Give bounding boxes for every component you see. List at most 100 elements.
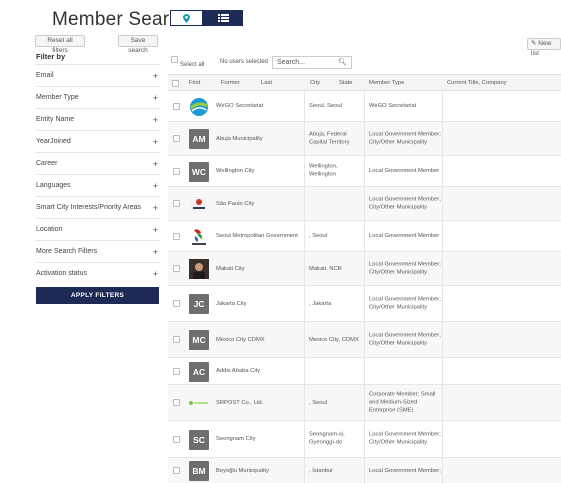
table-row[interactable]: São Paulo City Local Government Member; C… [168,187,561,221]
filter-label: Email [36,72,54,79]
column-divider [364,458,365,483]
column-divider [442,156,443,186]
row-checkbox[interactable] [173,467,180,474]
plus-icon[interactable]: + [153,115,160,125]
filter-languages[interactable]: Languages + [36,174,160,196]
table-row[interactable]: WC Wellington City Wellington, Wellington L… [168,156,561,187]
col-former[interactable]: Former [221,80,240,86]
filter-label: Entity Name [36,116,75,123]
filter-yearjoined[interactable]: YearJoined + [36,130,160,152]
plus-icon[interactable]: + [153,269,160,279]
row-checkbox[interactable] [173,367,180,375]
search-placeholder: Search... [277,59,306,66]
column-divider [304,286,305,321]
plus-icon[interactable]: + [153,181,160,191]
table-row[interactable]: BM Beyoğlu Municipality , İstanbul Local Go… [168,458,561,483]
row-checkbox[interactable] [173,232,180,240]
member-name: Addis Ababa City [216,367,261,374]
col-last[interactable]: Last [261,80,272,86]
col-title-company[interactable]: Current Title, Company [447,80,507,86]
member-type: Local Government Member; City/Other Muni… [369,261,441,276]
column-divider [442,221,443,251]
filter-member-type[interactable]: Member Type + [36,86,160,108]
table-row[interactable]: Seoul Metropolitan Government , Seoul Loca… [168,221,561,252]
row-checkbox[interactable] [173,336,180,343]
column-divider [442,385,443,420]
member-city: , Jakarta [309,300,332,307]
member-type: Local Government Member; City/Other Muni… [369,332,441,347]
member-city: Seoul, Seoul [309,102,342,109]
column-divider [304,385,305,420]
filter-location[interactable]: Location + [36,218,160,240]
filter-activation-status[interactable]: Activation status + [36,262,160,284]
column-divider [304,187,305,220]
table-body: WeGO Secretariat Seoul, Seoul WeGO Secreta… [168,91,561,483]
select-all-checkbox[interactable] [171,56,178,63]
table-row[interactable]: WeGO Secretariat Seoul, Seoul WeGO Secreta… [168,91,561,122]
table-row[interactable]: JC Jakarta City , Jakarta Local Government … [168,286,561,322]
map-view-button[interactable] [170,10,203,26]
member-name: Abuja Municipality [216,135,263,142]
member-city: Seongnam-si, Gyeonggi-do [309,431,345,446]
avatar-initials: MC [189,330,209,350]
row-checkbox[interactable] [173,300,180,307]
member-name: WeGO Secretariat [216,102,264,109]
table-row[interactable]: Makati City Makati, NCR Local Government M… [168,252,561,286]
col-city[interactable]: City [310,80,320,86]
member-type: Local Government Member; City/Other Muni… [369,431,441,446]
plus-icon[interactable]: + [153,71,160,81]
table-row[interactable]: AC Addis Ababa City [168,358,561,385]
filter-entity-name[interactable]: Entity Name + [36,108,160,130]
column-divider [304,322,305,357]
table-row[interactable]: MC Mexico City CDMX Mexico City, CDMX Local… [168,322,561,358]
avatar-initials: AC [189,361,209,382]
filter-career[interactable]: Career + [36,152,160,174]
reset-filters-button[interactable]: Reset all filters [35,35,85,54]
avatar-initials: BM [189,461,209,481]
member-city: Abuja, Federal Capital Territory [309,131,350,146]
filter-by-heading: Filter by [36,52,66,61]
list-view-button[interactable] [203,10,243,26]
plus-icon[interactable]: + [153,137,160,147]
member-name: Makati City [216,265,245,272]
save-search-button[interactable]: Save search [118,35,158,54]
row-checkbox[interactable] [173,435,180,443]
row-checkbox[interactable] [173,399,180,406]
select-all-label: Select all [180,62,205,68]
header-checkbox[interactable] [172,80,179,87]
column-divider [364,322,365,357]
filter-label: Location [36,226,63,233]
row-checkbox[interactable] [173,265,180,272]
apply-filters-button[interactable]: APPLY FILTERS [36,287,159,304]
row-checkbox[interactable] [173,167,180,175]
col-member-type[interactable]: Member Type [369,80,404,86]
table-row[interactable]: AM Abuja Municipality Abuja, Federal Capit… [168,122,561,156]
plus-icon[interactable]: + [153,93,160,103]
search-icon[interactable]: 🔍︎ [338,57,347,68]
column-divider [364,252,365,285]
table-row[interactable]: SC Seongnam City Seongnam-si, Gyeonggi-do L… [168,421,561,458]
row-checkbox[interactable] [173,102,180,110]
member-city: Mexico City, CDMX [309,336,359,343]
plus-icon[interactable]: + [153,247,160,257]
column-divider [364,91,365,121]
col-first[interactable]: First [189,80,200,86]
column-divider [364,156,365,186]
search-input[interactable]: Search... 🔍︎ [272,56,352,69]
column-divider [364,385,365,420]
row-checkbox[interactable] [173,200,180,207]
member-name: Jakarta City [216,300,247,307]
plus-icon[interactable]: + [153,159,160,169]
plus-icon[interactable]: + [153,203,160,213]
plus-icon[interactable]: + [153,225,160,235]
column-divider [442,458,443,483]
filter-label: Languages [36,182,71,189]
filter-email[interactable]: Email + [36,64,160,86]
col-state[interactable]: State [339,80,353,86]
table-row[interactable]: SRPOST Co., Ltd. , Seoul Corporate Member;… [168,385,561,421]
filter-more-search-filters[interactable]: More Search Filters + [36,240,160,262]
new-list-button[interactable]: ✎ New list [527,38,561,57]
column-divider [364,187,365,220]
filter-smart-city-interests-priority-areas[interactable]: Smart City Interests/Priority Areas + [36,196,160,218]
row-checkbox[interactable] [173,135,180,142]
